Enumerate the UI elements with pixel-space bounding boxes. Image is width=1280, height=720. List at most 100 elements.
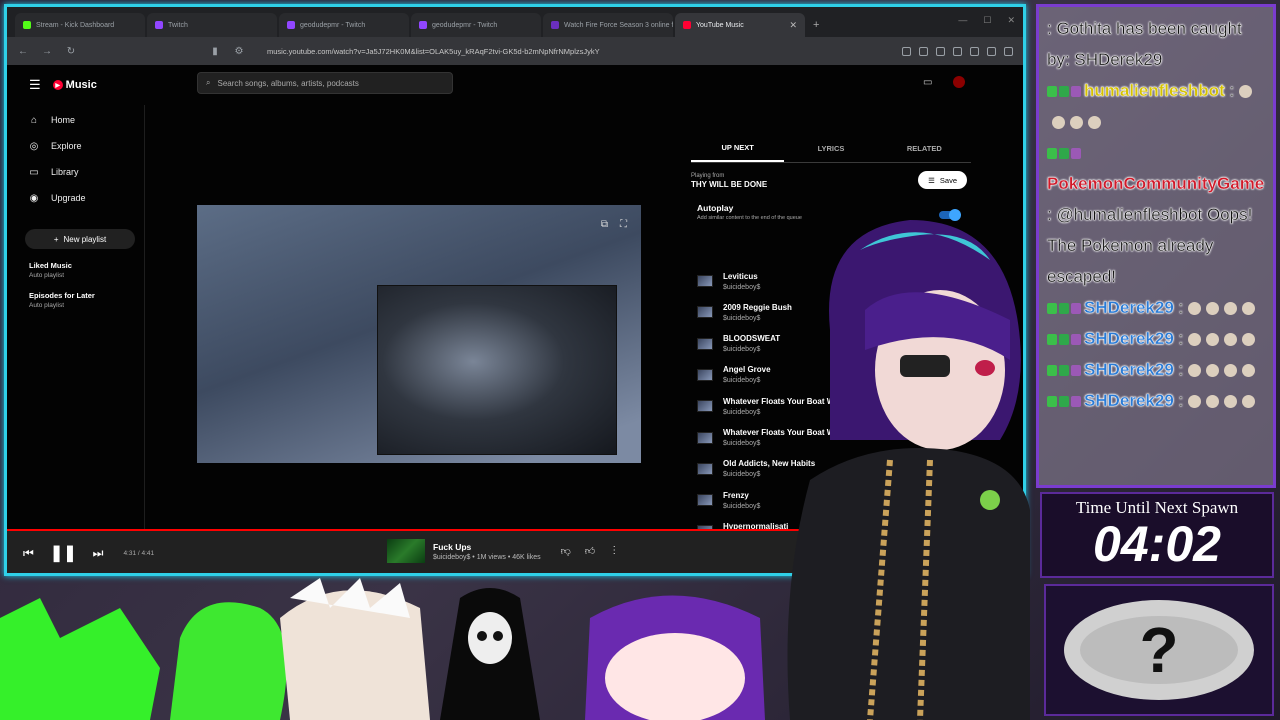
browser-tab[interactable]: geodudepmr - Twitch — [411, 13, 541, 37]
queue-thumbnail — [697, 494, 713, 507]
extension-icon[interactable] — [936, 46, 945, 56]
back-icon[interactable]: ← — [17, 46, 29, 57]
ytm-header: ☰ ▶ Music ⌕ Search songs, albums, artist… — [7, 65, 1023, 105]
upgrade-icon: ◉ — [29, 192, 39, 204]
chat-badges — [1047, 303, 1081, 315]
queue-item-title: Leviticus — [723, 271, 758, 281]
tab-up-next[interactable]: UP NEXT — [691, 135, 785, 162]
pause-icon[interactable]: ❚❚ — [50, 543, 77, 563]
like-icon[interactable]: 👍︎ — [585, 545, 595, 557]
queue-thumbnail — [697, 400, 713, 413]
playlist-item[interactable]: Liked Music Auto playlist — [7, 261, 144, 279]
mystery-pokemon-panel: ? — [1044, 584, 1274, 716]
sidebar: ⌂ Home ◎ Explore ▭ Library ◉ Upgrade + New play… — [7, 105, 145, 529]
tab-favicon-icon — [683, 21, 691, 29]
forward-icon[interactable]: → — [41, 46, 53, 57]
now-playing-thumbnail[interactable] — [387, 539, 425, 563]
home-icon: ⌂ — [30, 114, 38, 126]
chat-username[interactable]: SHDerek29 — [1084, 298, 1174, 317]
queue-item[interactable]: Leviticus $uicideboy$ — [697, 267, 760, 295]
address-bar: ← → ↻ ▮ ⚙ music.youtube.com/watch?v=Ja5J… — [7, 37, 1023, 65]
emote-icon — [1224, 302, 1238, 316]
bookmark-icon[interactable]: ▮ — [209, 46, 221, 57]
browser-tab[interactable]: YouTube Music ✕ — [675, 13, 805, 37]
browser-tab[interactable]: Twitch — [147, 13, 277, 37]
minimize-icon[interactable]: — — [958, 15, 967, 26]
extensions-bar — [902, 46, 1013, 56]
sidebar-item-explore[interactable]: ◎ Explore — [7, 133, 144, 159]
tab-label: Stream - Kick Dashboard — [36, 21, 115, 29]
menu-icon[interactable] — [1004, 46, 1013, 56]
stream-canvas: Stream - Kick Dashboard Twitch geodudepmr … — [0, 0, 1280, 720]
search-placeholder: Search songs, albums, artists, podcasts — [217, 78, 359, 88]
cast-icon[interactable]: ▭ — [923, 77, 932, 88]
save-button[interactable]: ☰ Save — [918, 171, 967, 189]
window-controls: — ☐ ✕ — [958, 15, 1015, 26]
save-label: Save — [939, 175, 957, 185]
extension-icon[interactable] — [902, 46, 911, 56]
now-playing-subtitle[interactable]: $uicideboy$ • 1M views • 46K likes — [433, 554, 541, 561]
new-playlist-button[interactable]: + New playlist — [25, 229, 135, 249]
chat-username[interactable]: SHDerek29 — [1084, 329, 1174, 348]
sidebar-item-home[interactable]: ⌂ Home — [7, 107, 144, 133]
explore-icon: ◎ — [29, 140, 39, 152]
avatar[interactable] — [953, 76, 965, 88]
chat-message: : Gothita has been caught by: SHDerek29 — [1047, 13, 1265, 75]
site-info-icon[interactable]: ⚙ — [233, 46, 245, 57]
extension-icon[interactable] — [970, 46, 979, 56]
search-input[interactable]: ⌕ Search songs, albums, artists, podcast… — [197, 72, 453, 94]
sidebar-item-library[interactable]: ▭ Library — [7, 159, 144, 185]
emote-icon — [1188, 364, 1202, 378]
new-tab-button[interactable]: + — [807, 13, 825, 37]
reload-icon[interactable]: ↻ — [65, 46, 77, 57]
previous-icon[interactable]: ⏮ — [23, 546, 34, 561]
browser-tab[interactable]: Stream - Kick Dashboard — [15, 13, 145, 37]
chat-username[interactable]: SHDerek29 — [1084, 360, 1174, 379]
tab-related[interactable]: RELATED — [878, 135, 971, 162]
queue-item[interactable]: Angel Grove $uicideboy$ — [697, 361, 771, 389]
hamburger-icon[interactable]: ☰ — [29, 77, 41, 93]
badge-icon — [1071, 148, 1081, 160]
queue-item-artist: $uicideboy$ — [723, 283, 761, 291]
queue-item-artist: $uicideboy$ — [723, 502, 761, 510]
timer-label: Time Until Next Spawn — [1075, 498, 1239, 517]
extension-icon[interactable] — [953, 46, 962, 56]
chat-message: SHDerek29 : — [1047, 323, 1265, 354]
extension-icon[interactable] — [987, 46, 996, 56]
now-playing-title[interactable]: Fuck Ups — [433, 542, 541, 552]
chat-message: humalienfleshbot : — [1047, 75, 1265, 137]
ytm-logo[interactable]: ▶ Music — [52, 79, 97, 91]
maximize-icon[interactable]: ☐ — [983, 15, 991, 26]
chat-username[interactable]: humalienfleshbot — [1084, 81, 1225, 100]
playlist-item[interactable]: Episodes for Later Auto playlist — [7, 291, 144, 309]
tab-lyrics[interactable]: LYRICS — [784, 135, 877, 162]
queue-item[interactable]: BLOODSWEAT $uicideboy$ — [697, 330, 780, 358]
extension-icon[interactable] — [919, 46, 928, 56]
browser-tab[interactable]: geodudepmr - Twitch — [279, 13, 409, 37]
url-field[interactable]: music.youtube.com/watch?v=Ja5J72HK0M&lis… — [267, 47, 600, 56]
more-icon[interactable]: ⋮ — [609, 545, 619, 557]
tab-bar: Stream - Kick Dashboard Twitch geodudepmr … — [7, 7, 1023, 37]
queue-item[interactable]: Frenzy $uicideboy$ — [697, 486, 760, 514]
fullscreen-icon[interactable]: ⛶ — [620, 219, 627, 230]
logo-text: Music — [65, 79, 97, 91]
emote-icon — [1206, 395, 1220, 409]
chat-username[interactable]: PokemonCommunityGame — [1047, 174, 1265, 193]
close-tab-icon[interactable]: ✕ — [789, 20, 797, 31]
play-logo-icon: ▶ — [52, 80, 63, 90]
tab-label: Twitch — [168, 21, 188, 29]
tab-favicon-icon — [419, 21, 427, 29]
time-display: 4:31 / 4:41 — [123, 549, 155, 557]
dislike-icon[interactable]: 👎︎ — [561, 545, 571, 557]
emote-icon — [1242, 395, 1256, 409]
queue-item-title: Frenzy — [723, 490, 749, 500]
sidebar-item-upgrade[interactable]: ◉ Upgrade — [7, 185, 144, 211]
emote-icon — [1242, 333, 1256, 347]
close-window-icon[interactable]: ✕ — [1007, 15, 1015, 26]
next-icon[interactable]: ⏭ — [93, 546, 104, 561]
miniplayer-icon[interactable]: ⧉ — [601, 219, 608, 230]
browser-tab[interactable]: Watch Fire Force Season 3 online fr — [543, 13, 673, 37]
chat-username[interactable]: SHDerek29 — [1084, 391, 1174, 410]
chat-text: : — [1173, 391, 1184, 410]
video-player[interactable]: ⧉ ⛶ — [197, 205, 641, 463]
